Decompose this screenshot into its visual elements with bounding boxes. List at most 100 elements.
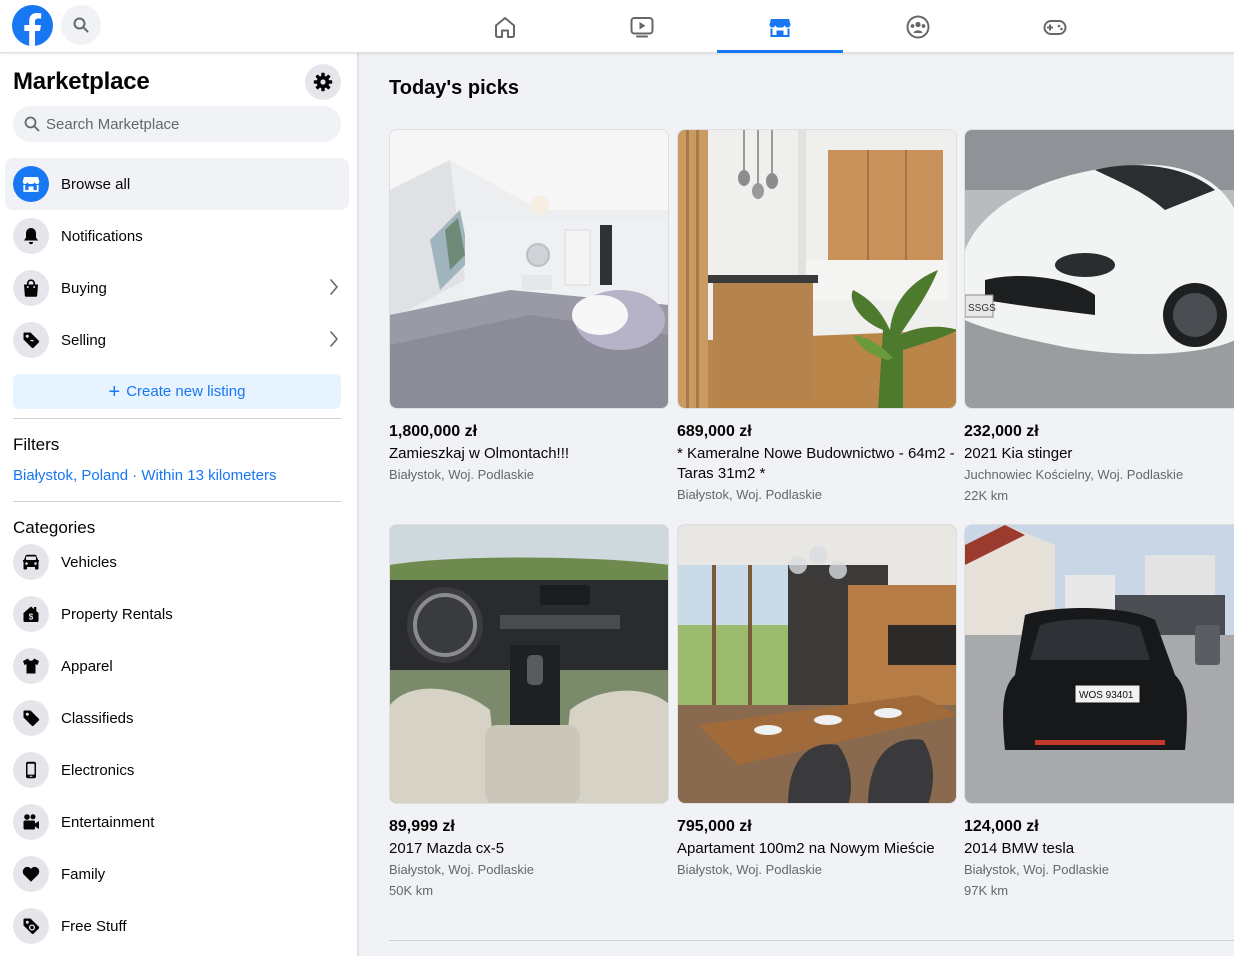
category-vehicles[interactable]: Vehicles (5, 536, 349, 588)
listing-mileage: 22K km (964, 488, 1009, 503)
listing-title: Zamieszkaj w Olmontach!!! (389, 445, 570, 462)
search-button[interactable] (61, 5, 101, 45)
shopping-bag-icon (13, 270, 49, 306)
plus-icon: + (108, 380, 121, 403)
category-label: Apparel (61, 657, 113, 675)
listing-photo[interactable]: WOS 93401 (964, 524, 1234, 804)
sidebar-item-notifications[interactable]: Notifications (5, 210, 349, 262)
listing-location: Białystok, Woj. Podlaskie (677, 487, 822, 502)
sidebar-title: Marketplace (13, 68, 150, 95)
category-label: Entertainment (61, 813, 155, 831)
listing-location: Białystok, Woj. Podlaskie (677, 862, 822, 877)
sidebar-item-browse-all[interactable]: Browse all (5, 158, 349, 210)
free-tag-icon (13, 908, 49, 944)
facebook-logo-icon[interactable] (12, 5, 53, 46)
create-new-listing-button[interactable]: + Create new listing (13, 374, 341, 409)
category-label: Family (61, 865, 106, 883)
sidebar-item-label: Selling (61, 331, 107, 349)
create-listing-label: Create new listing (126, 383, 246, 400)
sidebar-item-buying[interactable]: Buying (5, 262, 349, 314)
category-classifieds[interactable]: Classifieds (5, 692, 349, 744)
top-navigation-bar (0, 0, 1234, 53)
gear-icon (313, 72, 333, 92)
listing-price: 795,000 zł (677, 818, 752, 835)
listing-card[interactable]: SSGS 232,000 zł 2021 Kia stinger Juchnow… (964, 129, 1234, 505)
listing-photo[interactable] (389, 129, 669, 409)
category-label: Property Rentals (61, 605, 173, 623)
category-free-stuff[interactable]: Free Stuff (5, 900, 349, 952)
listing-price: 124,000 zł (964, 818, 1039, 835)
marketplace-sidebar: Marketplace Browse all (0, 53, 357, 956)
listing-price: 232,000 zł (964, 423, 1039, 440)
category-family[interactable]: Family (5, 848, 349, 900)
search-icon (24, 116, 40, 132)
category-label: Electronics (61, 761, 135, 779)
listing-price: 1,800,000 zł (389, 423, 478, 440)
divider (13, 501, 341, 502)
filters-heading: Filters (13, 435, 60, 454)
house-dollar-icon: $ (13, 596, 49, 632)
location-filter-link[interactable]: Białystok, Poland · Within 13 kilometers (13, 467, 276, 484)
listing-mileage: 50K km (389, 883, 434, 898)
tab-marketplace[interactable] (717, 0, 843, 53)
category-electronics[interactable]: Electronics (5, 744, 349, 796)
chevron-right-icon (330, 331, 338, 347)
category-label: Free Stuff (61, 917, 127, 935)
settings-button[interactable] (305, 64, 341, 100)
category-apparel[interactable]: Apparel (5, 640, 349, 692)
listing-title: 2017 Mazda cx-5 (389, 840, 505, 857)
listing-card[interactable]: 89,999 zł 2017 Mazda cx-5 Białystok, Woj… (389, 524, 669, 900)
tab-groups[interactable] (855, 0, 981, 53)
home-icon (495, 16, 515, 38)
category-label: Vehicles (61, 553, 117, 571)
listing-card[interactable]: WOS 93401 124,000 zł 2014 BMW tesla Biał… (964, 524, 1234, 900)
listing-price: 89,999 zł (389, 818, 455, 835)
listing-photo[interactable] (677, 129, 957, 409)
shirt-icon (13, 648, 49, 684)
tab-home[interactable] (442, 0, 568, 53)
svg-text:$: $ (29, 613, 34, 622)
sidebar-item-label: Buying (61, 279, 107, 297)
listing-photo[interactable]: SSGS (964, 129, 1234, 409)
watch-icon (630, 16, 654, 37)
listing-location: Białystok, Woj. Podlaskie (389, 862, 534, 877)
listing-card[interactable]: 689,000 zł * Kameralne Nowe Budownictwo … (677, 129, 957, 504)
search-icon (73, 17, 89, 33)
listing-price: 689,000 zł (677, 423, 752, 440)
listing-mileage: 97K km (964, 883, 1009, 898)
listing-photo[interactable] (677, 524, 957, 804)
gaming-icon (1043, 19, 1067, 35)
bell-icon (13, 218, 49, 254)
page-title: Today's picks (389, 77, 519, 99)
category-entertainment[interactable]: Entertainment (5, 796, 349, 848)
marketplace-icon (769, 18, 791, 37)
storefront-icon (13, 166, 49, 202)
sidebar-item-label: Browse all (61, 175, 131, 193)
listing-card[interactable]: 1,800,000 zł Zamieszkaj w Olmontach!!! B… (389, 129, 669, 484)
listing-photo[interactable] (389, 524, 669, 804)
listing-card[interactable]: 795,000 zł Apartament 100m2 na Nowym Mie… (677, 524, 957, 879)
phone-icon (13, 752, 49, 788)
price-tag-icon (13, 322, 49, 358)
categories-heading: Categories (13, 518, 96, 537)
listing-title: 2021 Kia stinger (964, 445, 1073, 462)
search-input[interactable] (46, 115, 326, 133)
listing-title: Apartament 100m2 na Nowym Mieście (677, 840, 935, 857)
listing-title: * Kameralne Nowe Budownictwo - 64m2 - Ta… (677, 445, 955, 482)
video-camera-icon (13, 804, 49, 840)
car-icon (13, 544, 49, 580)
tab-gaming[interactable] (992, 0, 1118, 53)
category-property-rentals[interactable]: $ Property Rentals (5, 588, 349, 640)
listing-location: Białystok, Woj. Podlaskie (389, 467, 534, 482)
chevron-right-icon (330, 279, 338, 295)
sidebar-item-label: Notifications (61, 227, 143, 245)
sidebar-item-selling[interactable]: Selling (5, 314, 349, 366)
tab-watch[interactable] (579, 0, 705, 53)
listing-location: Białystok, Woj. Podlaskie (964, 862, 1109, 877)
price-tag-icon (13, 700, 49, 736)
listing-location: Juchnowiec Kościelny, Woj. Podlaskie (964, 467, 1184, 482)
category-label: Classifieds (61, 709, 134, 727)
divider (13, 418, 341, 419)
marketplace-search-field[interactable] (13, 106, 341, 142)
groups-icon (906, 15, 930, 38)
